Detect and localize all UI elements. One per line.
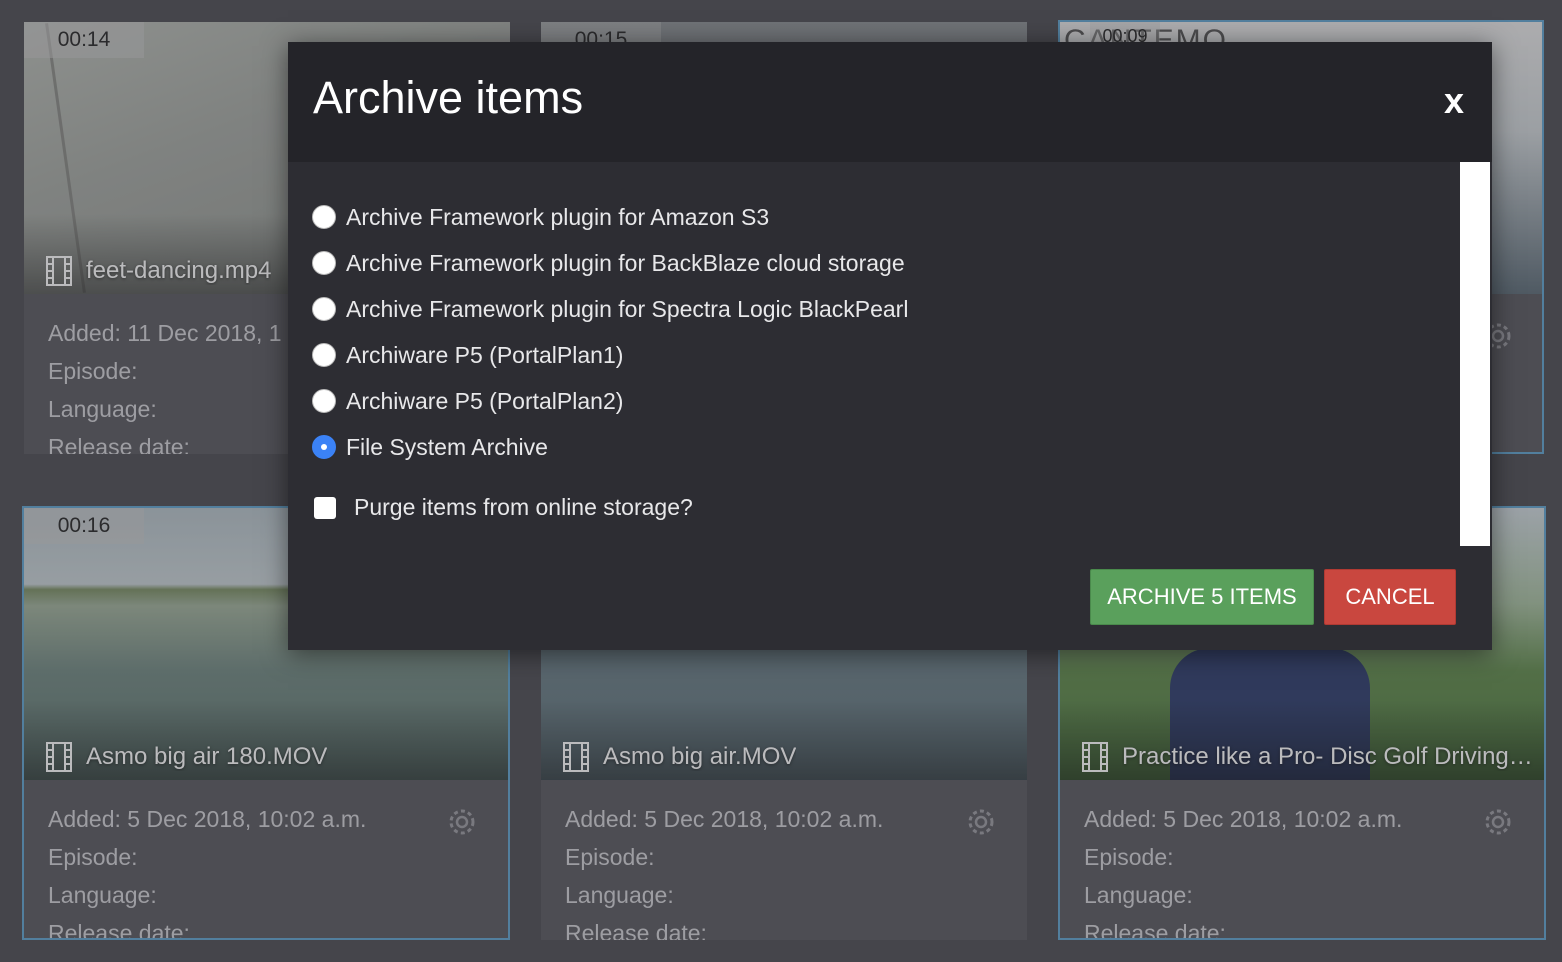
archive-option[interactable]: Archive Framework plugin for Spectra Log…	[312, 286, 908, 332]
purge-option[interactable]: Purge items from online storage?	[314, 494, 693, 521]
purge-label[interactable]: Purge items from online storage?	[354, 494, 693, 521]
option-label[interactable]: Archive Framework plugin for Spectra Log…	[346, 296, 908, 323]
radio-button[interactable]	[312, 343, 336, 367]
close-button[interactable]: x	[1444, 80, 1464, 122]
archive-option[interactable]: Archiware P5 (PortalPlan2)	[312, 378, 908, 424]
archive-target-list: Archive Framework plugin for Amazon S3 A…	[312, 194, 908, 470]
radio-button[interactable]	[312, 389, 336, 413]
purge-checkbox[interactable]	[314, 496, 336, 519]
option-label[interactable]: Archiware P5 (PortalPlan1)	[346, 342, 623, 369]
radio-button[interactable]	[312, 205, 336, 229]
radio-button[interactable]	[312, 297, 336, 321]
archive-option[interactable]: File System Archive	[312, 424, 908, 470]
option-label[interactable]: Archiware P5 (PortalPlan2)	[346, 388, 623, 415]
dialog-header: Archive items x	[288, 42, 1492, 162]
radio-button[interactable]	[312, 251, 336, 275]
option-label[interactable]: Archive Framework plugin for Amazon S3	[346, 204, 769, 231]
archive-button[interactable]: ARCHIVE 5 ITEMS	[1090, 569, 1314, 625]
option-label[interactable]: Archive Framework plugin for BackBlaze c…	[346, 250, 905, 277]
dialog-title: Archive items	[313, 72, 584, 123]
archive-dialog: Archive items x Archive Framework plugin…	[288, 42, 1492, 650]
cancel-button[interactable]: CANCEL	[1324, 569, 1456, 625]
radio-button-selected[interactable]	[312, 435, 336, 459]
option-label[interactable]: File System Archive	[346, 434, 548, 461]
archive-option[interactable]: Archiware P5 (PortalPlan1)	[312, 332, 908, 378]
dialog-scrollbar[interactable]	[1460, 162, 1490, 546]
archive-option[interactable]: Archive Framework plugin for BackBlaze c…	[312, 240, 908, 286]
archive-option[interactable]: Archive Framework plugin for Amazon S3	[312, 194, 908, 240]
